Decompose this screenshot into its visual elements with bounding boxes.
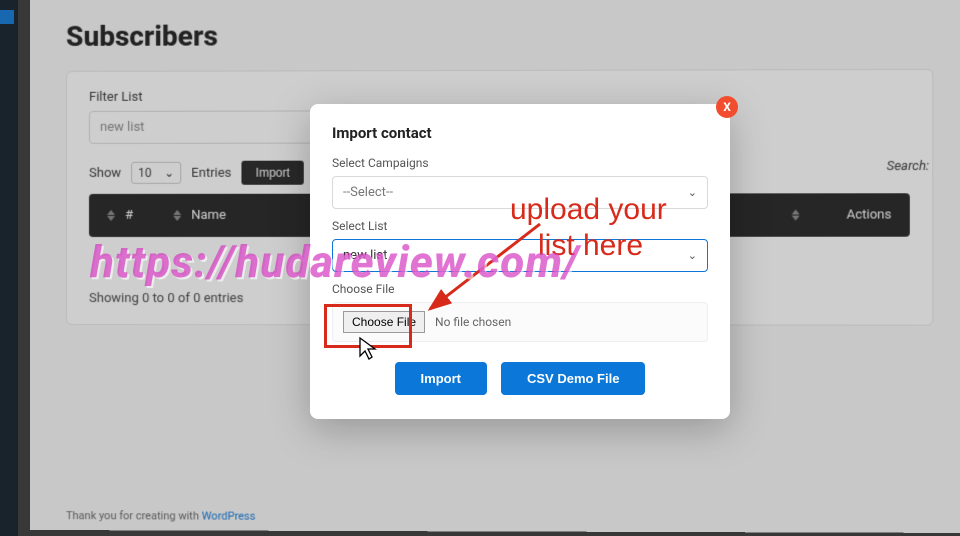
campaign-value: --Select-- — [343, 185, 393, 200]
choose-file-button[interactable]: Choose File — [343, 311, 425, 333]
list-label: Select List — [332, 219, 708, 233]
modal-title: Import contact — [332, 124, 708, 142]
close-icon[interactable]: X — [716, 96, 738, 118]
chevron-down-icon: ⌄ — [688, 249, 697, 262]
list-select[interactable]: new list ⌄ — [332, 239, 708, 272]
modal-import-button[interactable]: Import — [395, 362, 487, 395]
file-status: No file chosen — [435, 315, 511, 329]
csv-demo-button[interactable]: CSV Demo File — [501, 362, 645, 395]
modal-actions: Import CSV Demo File — [332, 362, 708, 395]
campaign-label: Select Campaigns — [332, 156, 708, 170]
file-label: Choose File — [332, 282, 708, 296]
file-input-row: Choose File No file chosen — [332, 302, 708, 342]
campaign-select[interactable]: --Select-- ⌄ — [332, 176, 708, 209]
import-contact-modal: X Import contact Select Campaigns --Sele… — [310, 104, 730, 419]
list-value: new list — [343, 248, 387, 263]
chevron-down-icon: ⌄ — [688, 186, 697, 199]
